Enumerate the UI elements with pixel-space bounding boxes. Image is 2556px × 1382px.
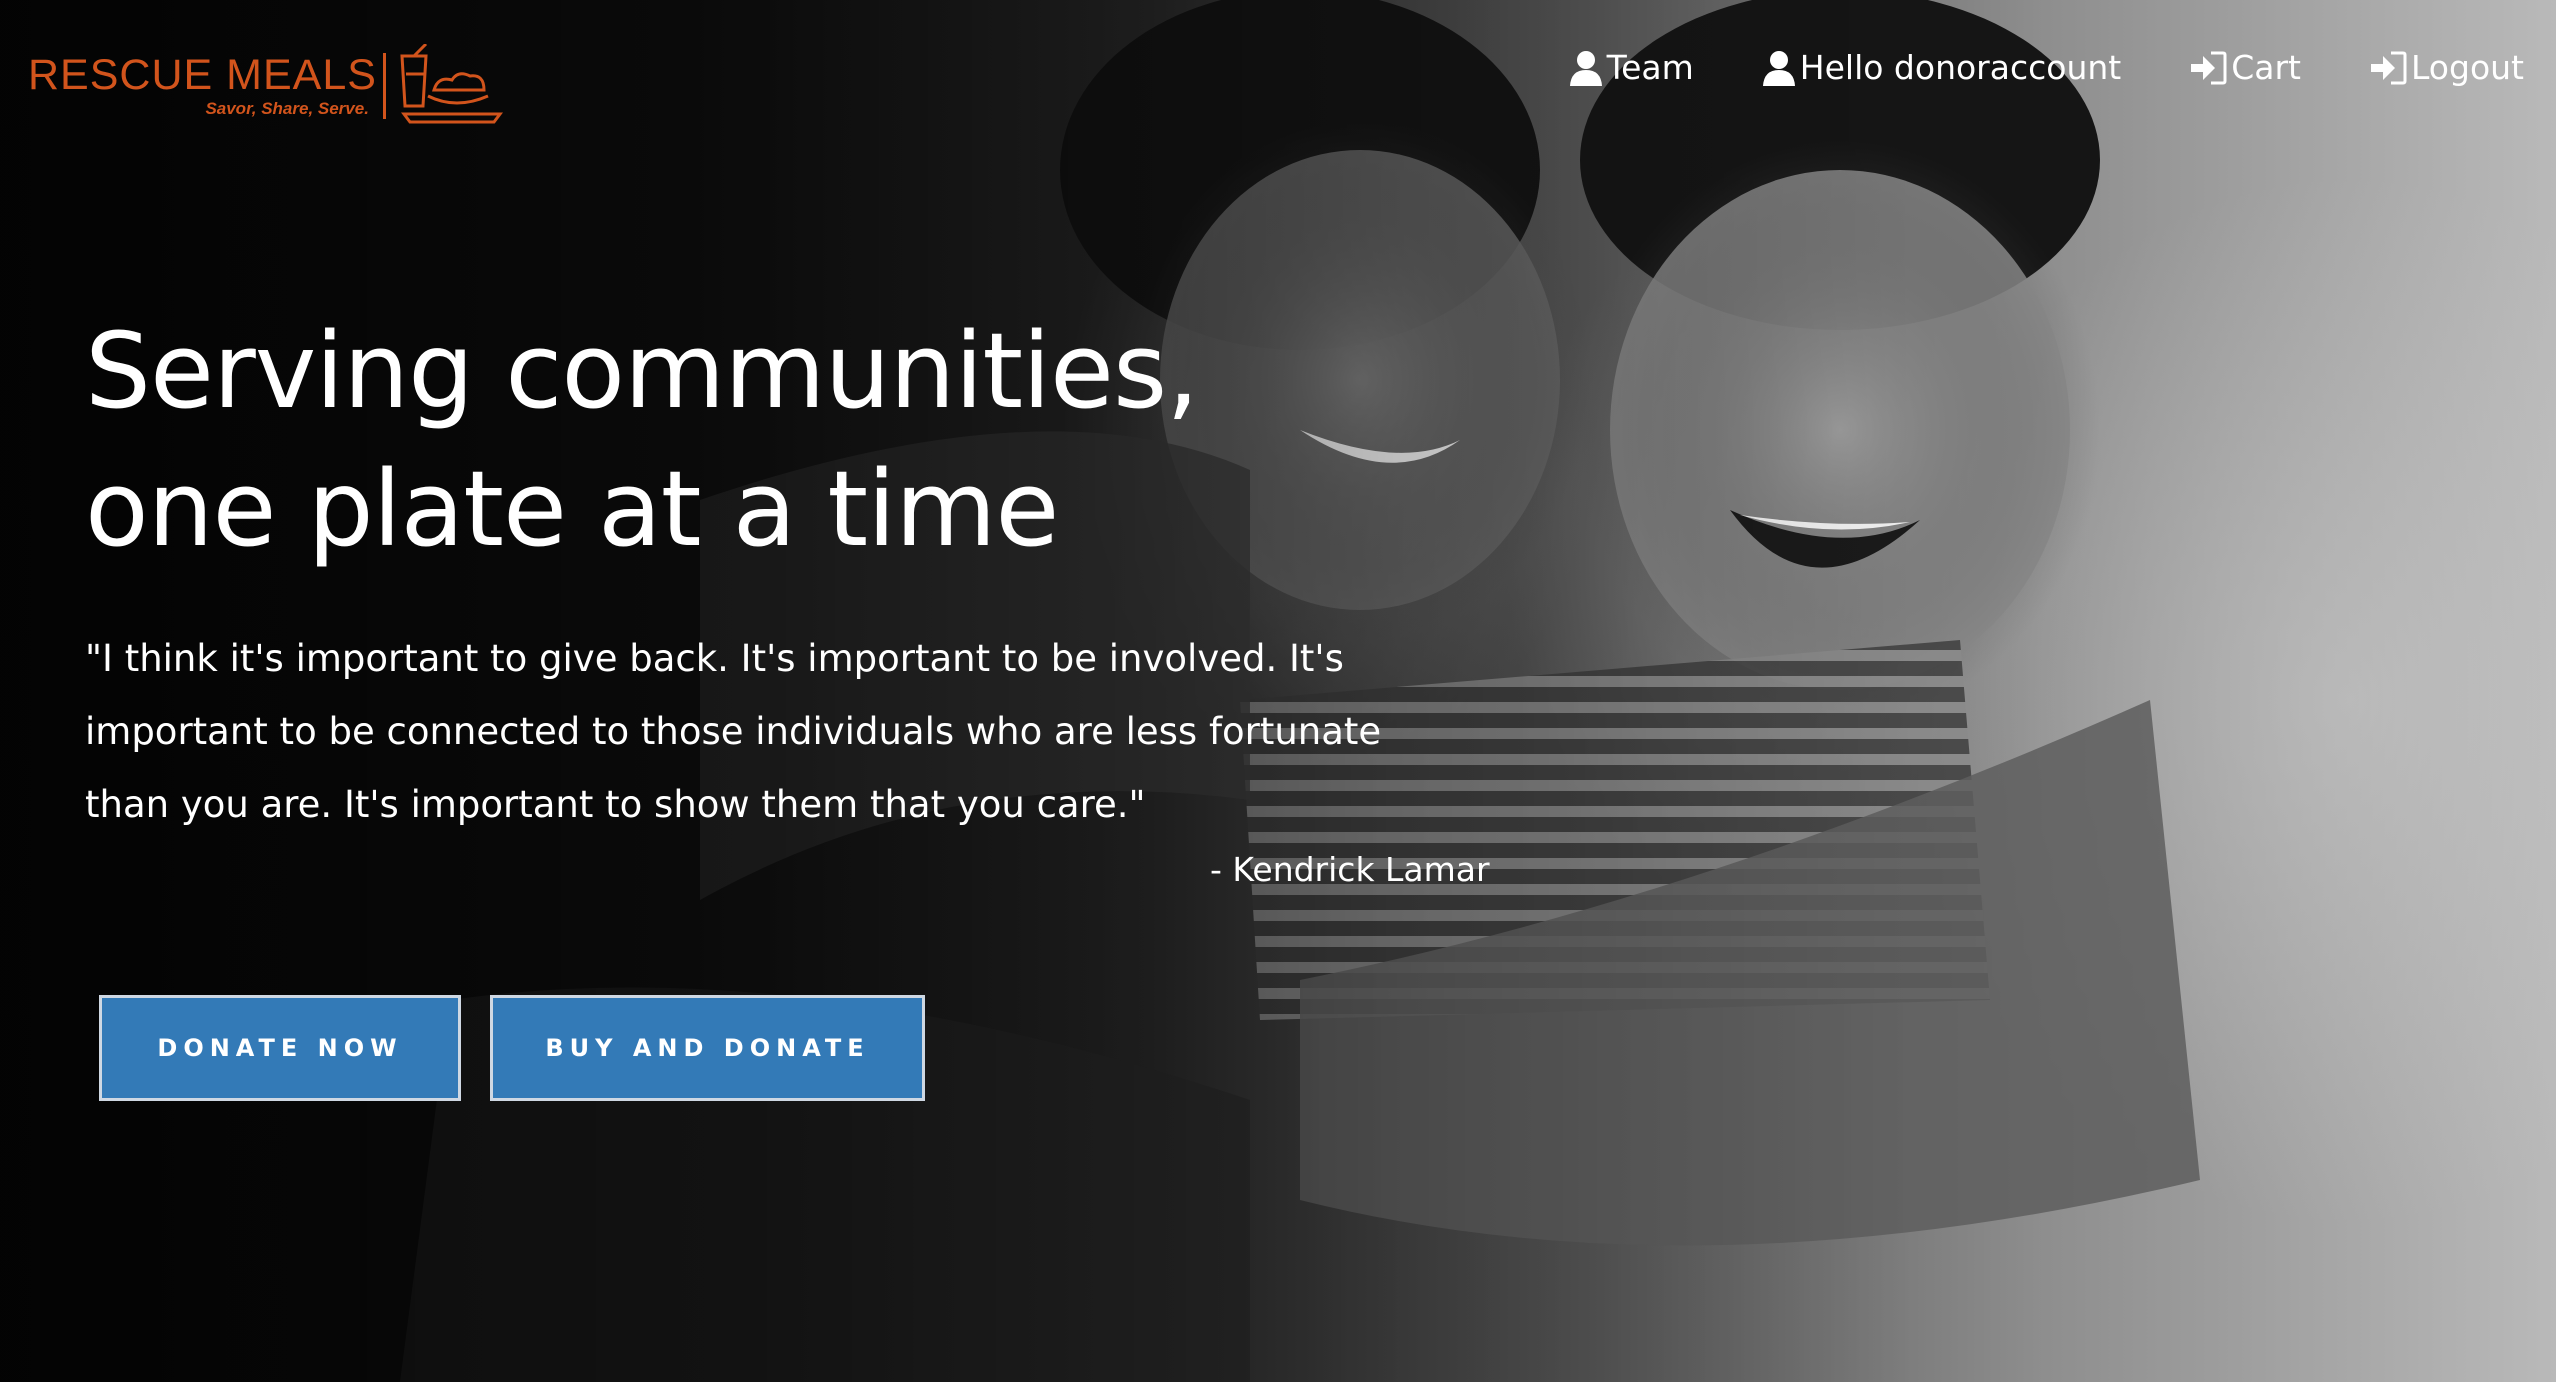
hero-headline-line1: Serving communities, [85,310,1199,432]
nav-team[interactable]: Team [1569,48,1694,87]
nav-cart-label: Cart [2231,48,2301,87]
top-nav: Team Hello donoraccount Cart Logout [1501,48,2524,87]
quote-author: - Kendrick Lamar [1210,850,1490,889]
nav-team-label: Team [1606,48,1694,87]
nav-account[interactable]: Hello donoraccount [1762,48,2121,87]
nav-cart[interactable]: Cart [2189,48,2301,87]
user-icon [1762,50,1796,86]
logo-divider [382,53,386,119]
meal-tray-icon [400,44,503,124]
quote-line3: than you are. It's important to show the… [85,783,1146,826]
nav-logout[interactable]: Logout [2369,48,2524,87]
hero-headline-line2: one plate at a time [85,448,1059,570]
hero-quote: "I think it's important to give back. It… [85,622,1505,841]
nav-account-label: Hello donoraccount [1799,48,2122,87]
quote-line2: important to be connected to those indiv… [85,710,1382,753]
nav-logout-label: Logout [2411,48,2524,87]
donate-now-button[interactable]: DONATE NOW [99,995,461,1101]
buy-and-donate-button[interactable]: BUY AND DONATE [490,995,925,1101]
sign-in-icon [2189,51,2227,85]
hero-headline: Serving communities, one plate at a time [85,302,1199,578]
quote-line1: "I think it's important to give back. It… [85,637,1344,680]
sign-in-icon [2369,51,2407,85]
logo-text: RESCUE MEALS Savor, Share, Serve. [28,53,377,119]
brand-tagline: Savor, Share, Serve. [205,99,369,118]
brand-logo[interactable]: RESCUE MEALS Savor, Share, Serve. [28,44,506,128]
brand-name: RESCUE MEALS [28,51,377,99]
hero-section: RESCUE MEALS Savor, Share, Serve. Team H… [0,0,2556,1382]
user-icon [1569,50,1603,86]
